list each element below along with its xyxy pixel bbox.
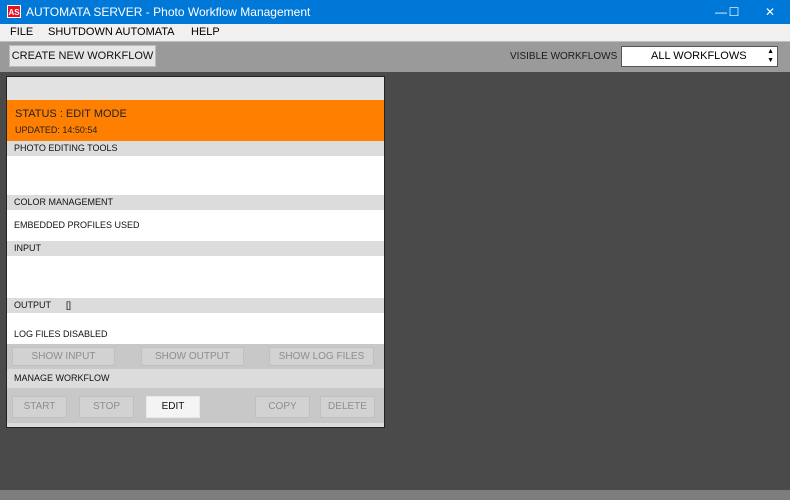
- delete-button[interactable]: DELETE: [320, 396, 375, 418]
- updated-time: UPDATED: 14:50:54: [15, 125, 98, 135]
- manage-workflow-label: MANAGE WORKFLOW: [14, 373, 110, 383]
- input-header: INPUT: [7, 241, 384, 256]
- output-label: OUTPUT: [14, 300, 51, 310]
- copy-button[interactable]: COPY: [255, 396, 310, 418]
- toolbar: CREATE NEW WORKFLOW VISIBLE WORKFLOWS AL…: [0, 42, 790, 72]
- manage-buttons-row: START STOP EDIT COPY DELETE: [7, 388, 384, 423]
- bottom-strip: [0, 490, 790, 500]
- show-log-files-button[interactable]: SHOW LOG FILES: [269, 347, 374, 366]
- visible-workflows-value: ALL WORKFLOWS: [651, 50, 747, 62]
- photo-editing-tools-label: PHOTO EDITING TOOLS: [14, 143, 118, 153]
- status-banner: STATUS : EDIT MODE UPDATED: 14:50:54: [7, 100, 384, 141]
- menu-help[interactable]: HELP: [191, 26, 220, 38]
- show-input-button[interactable]: SHOW INPUT: [12, 347, 115, 366]
- show-output-button[interactable]: SHOW OUTPUT: [141, 347, 244, 366]
- updown-arrows-icon: ▲ ▼: [767, 48, 774, 64]
- show-buttons-row: SHOW INPUT SHOW OUTPUT SHOW LOG FILES: [7, 344, 384, 369]
- log-files-status: LOG FILES DISABLED: [14, 329, 108, 339]
- workflow-panel-header: [7, 77, 384, 100]
- edit-button[interactable]: EDIT: [146, 396, 200, 418]
- menu-file[interactable]: FILE: [10, 26, 33, 38]
- photo-editing-tools-body: [7, 156, 384, 195]
- visible-workflows-label: VISIBLE WORKFLOWS: [510, 51, 618, 62]
- menu-shutdown-automata[interactable]: SHUTDOWN AUTOMATA: [48, 26, 175, 38]
- output-body: LOG FILES DISABLED: [7, 313, 384, 344]
- manage-workflow-header: MANAGE WORKFLOW: [7, 369, 384, 388]
- app-logo-icon: AS: [7, 5, 21, 18]
- visible-workflows-select[interactable]: ALL WORKFLOWS ▲ ▼: [621, 46, 778, 67]
- window-title: AUTOMATA SERVER - Photo Workflow Managem…: [26, 5, 311, 19]
- input-label: INPUT: [14, 243, 41, 253]
- start-button[interactable]: START: [12, 396, 67, 418]
- menu-bar: FILE SHUTDOWN AUTOMATA HELP: [0, 24, 790, 42]
- title-bar: AS AUTOMATA SERVER - Photo Workflow Mana…: [0, 0, 790, 24]
- workflow-panel: STATUS : EDIT MODE UPDATED: 14:50:54 PHO…: [6, 76, 385, 428]
- color-management-body: EMBEDDED PROFILES USED: [7, 210, 384, 241]
- input-body: [7, 256, 384, 298]
- photo-editing-tools-header: PHOTO EDITING TOOLS: [7, 141, 384, 156]
- color-management-value: EMBEDDED PROFILES USED: [14, 220, 140, 230]
- color-management-header: COLOR MANAGEMENT: [7, 195, 384, 210]
- output-value: []: [66, 300, 72, 310]
- create-new-workflow-button[interactable]: CREATE NEW WORKFLOW: [9, 45, 156, 67]
- output-header: OUTPUT []: [7, 298, 384, 313]
- close-button[interactable]: ✕: [747, 0, 790, 24]
- status-text: STATUS : EDIT MODE: [15, 108, 127, 120]
- stop-button[interactable]: STOP: [79, 396, 134, 418]
- color-management-label: COLOR MANAGEMENT: [14, 197, 114, 207]
